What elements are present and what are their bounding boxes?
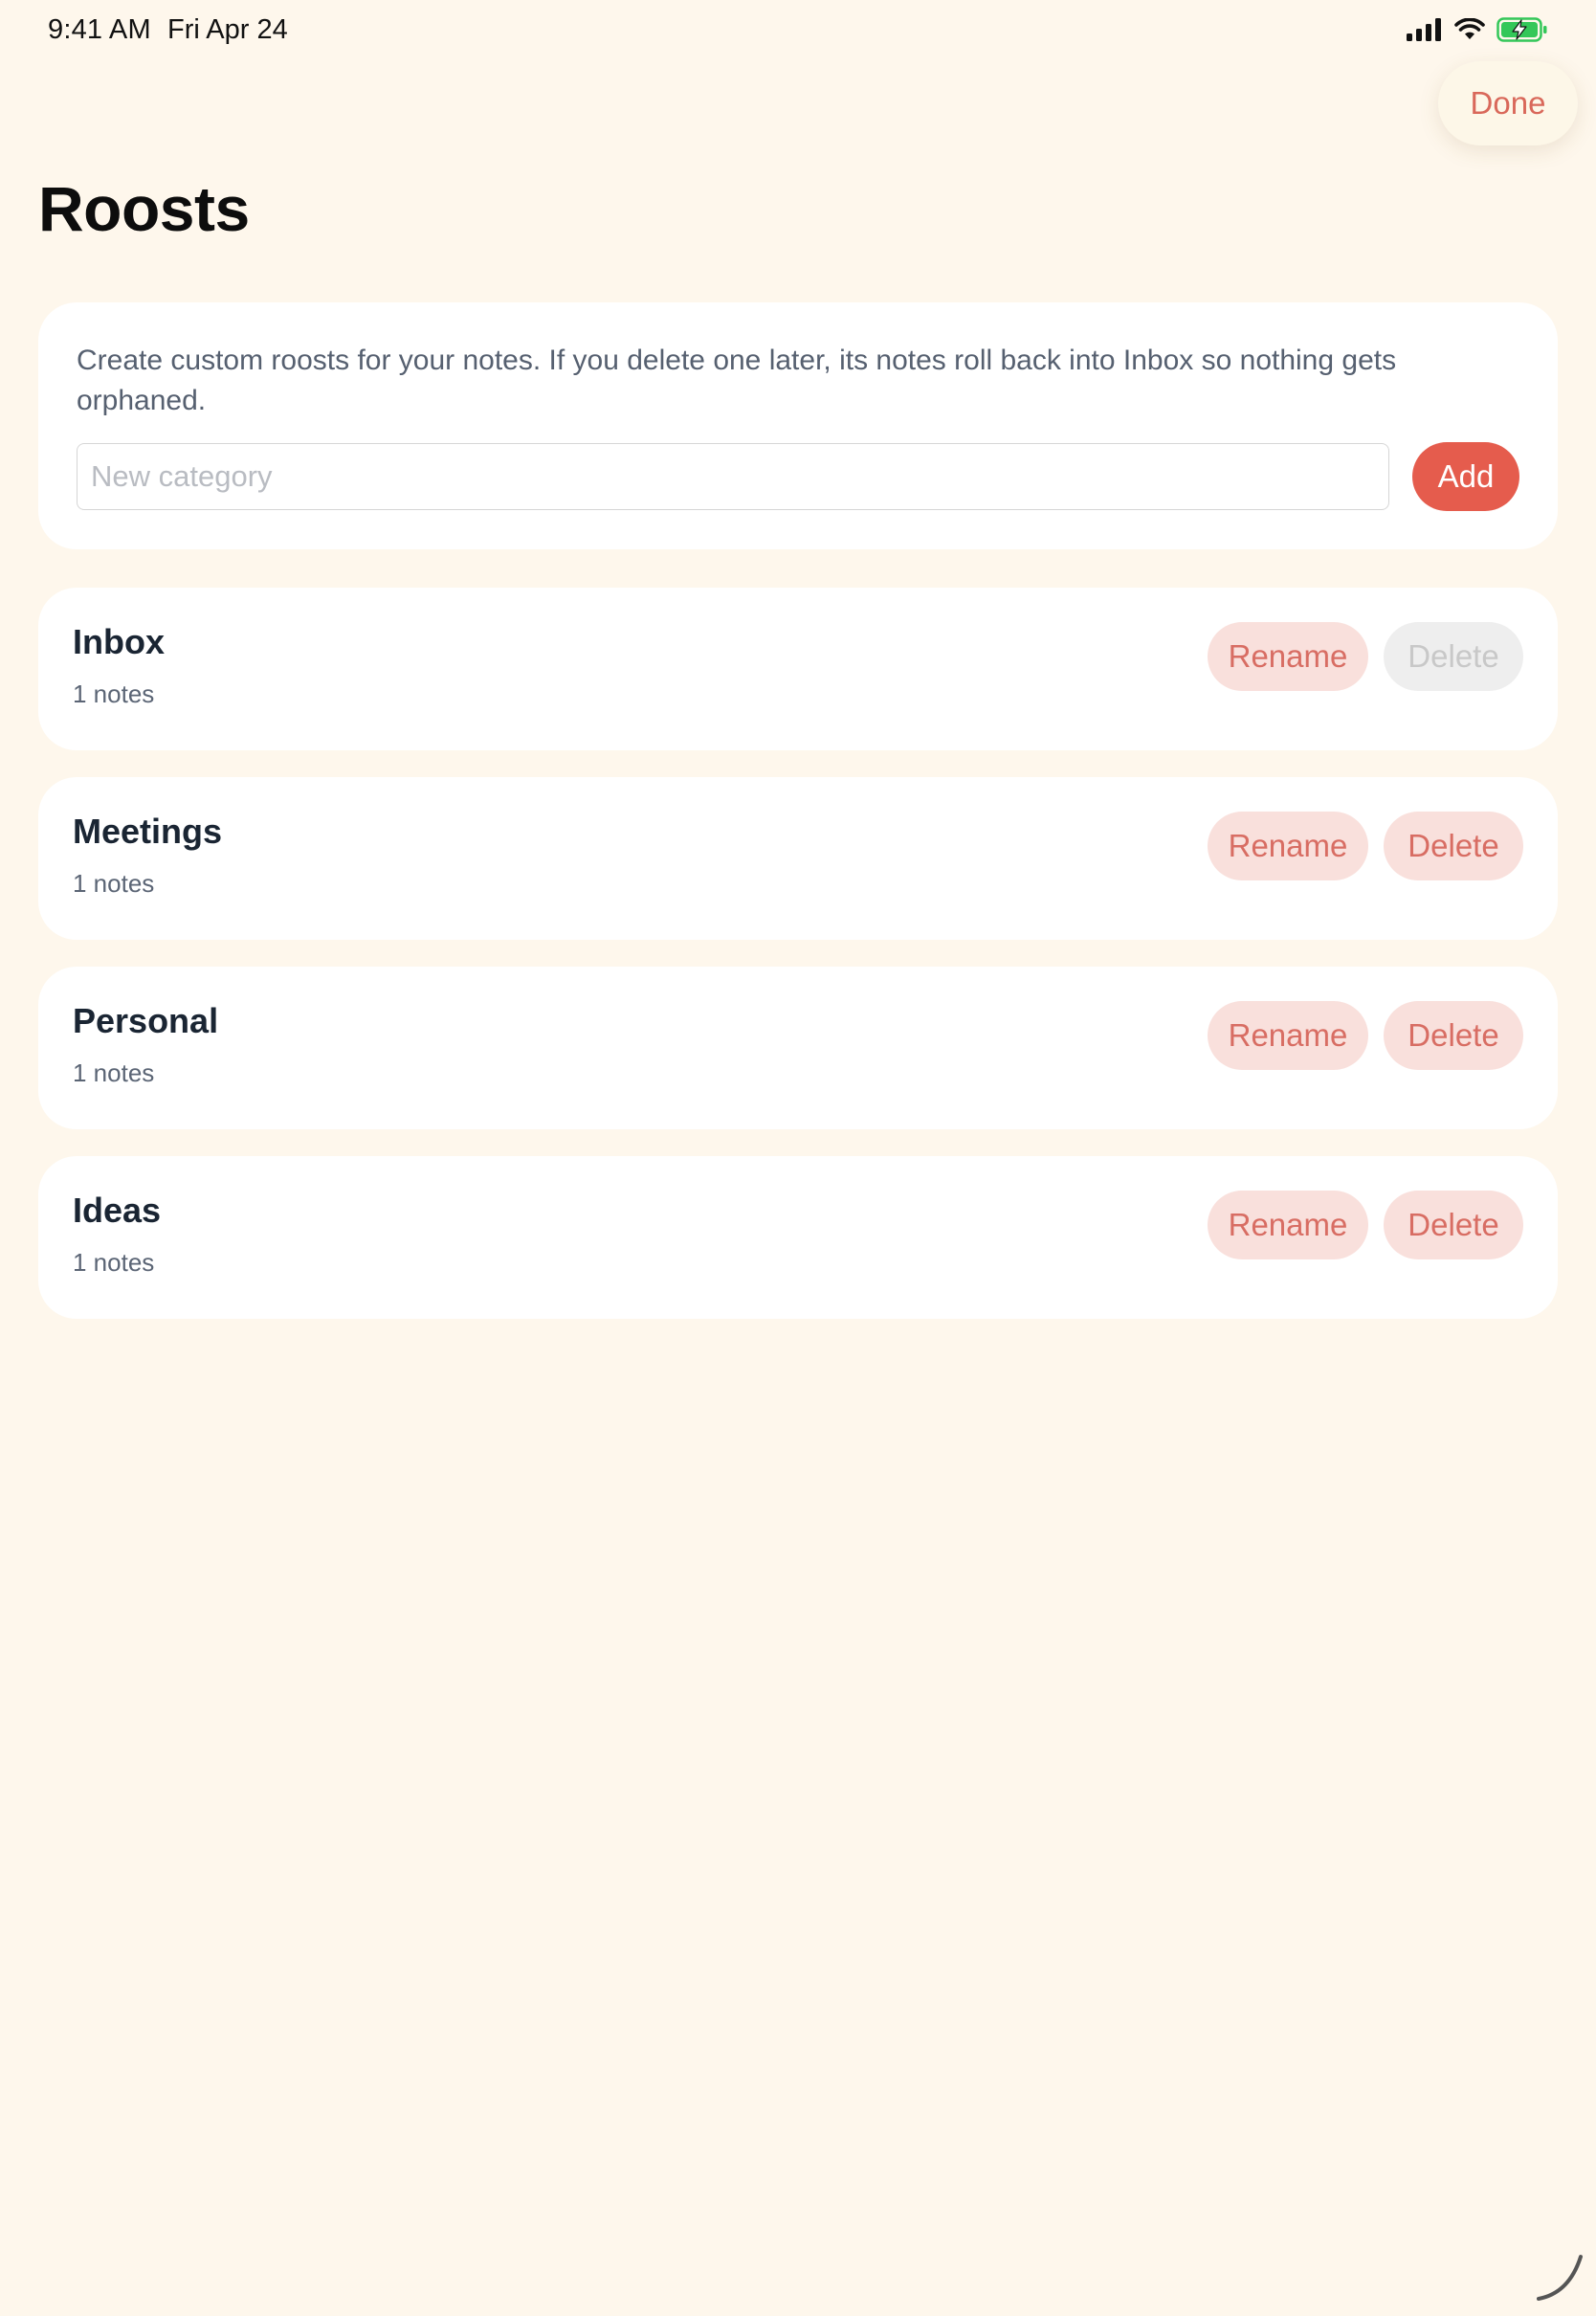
category-card-meetings: Meetings 1 notes Rename Delete	[38, 777, 1558, 940]
category-note-count: 1 notes	[73, 1058, 155, 1087]
roosts-screen: 9:41 AM Fri Apr 24 Done Roosts Create cu…	[0, 0, 1596, 2316]
rename-inbox-button[interactable]: Rename	[1208, 622, 1368, 691]
wifi-icon	[1454, 18, 1485, 39]
status-date: Fri Apr 24	[167, 14, 288, 45]
category-name: Ideas	[73, 1191, 162, 1230]
delete-personal-button[interactable]: Delete	[1384, 1001, 1523, 1070]
page-title: Roosts	[38, 173, 250, 244]
delete-inbox-button: Delete	[1384, 622, 1523, 691]
category-card-ideas: Ideas 1 notes Rename Delete	[38, 1156, 1558, 1319]
rename-personal-button[interactable]: Rename	[1208, 1001, 1368, 1070]
category-name: Personal	[73, 1001, 219, 1040]
category-note-count: 1 notes	[73, 869, 155, 898]
rename-meetings-button[interactable]: Rename	[1208, 812, 1368, 880]
battery-charging-icon	[1496, 17, 1547, 42]
category-note-count: 1 notes	[73, 679, 155, 708]
category-card-inbox: Inbox 1 notes Rename Delete	[38, 588, 1558, 750]
category-name: Meetings	[73, 812, 223, 851]
new-category-input[interactable]	[77, 443, 1389, 510]
category-note-count: 1 notes	[73, 1248, 155, 1277]
rename-ideas-button[interactable]: Rename	[1208, 1191, 1368, 1259]
status-icons	[1407, 17, 1548, 42]
category-name: Inbox	[73, 622, 165, 661]
new-category-card: Create custom roosts for your notes. If …	[38, 302, 1558, 549]
signal-icon	[1407, 18, 1441, 41]
delete-meetings-button[interactable]: Delete	[1384, 812, 1523, 880]
category-card-personal: Personal 1 notes Rename Delete	[38, 967, 1558, 1129]
delete-ideas-button[interactable]: Delete	[1384, 1191, 1523, 1259]
status-bar: 9:41 AM Fri Apr 24	[0, 0, 1596, 61]
intro-text: Create custom roosts for your notes. If …	[77, 345, 1397, 416]
status-time: 9:41 AM	[48, 14, 151, 45]
done-button[interactable]: Done	[1438, 61, 1578, 145]
add-category-button[interactable]: Add	[1412, 442, 1519, 511]
corner-resize-handle-icon[interactable]	[1531, 2249, 1588, 2306]
